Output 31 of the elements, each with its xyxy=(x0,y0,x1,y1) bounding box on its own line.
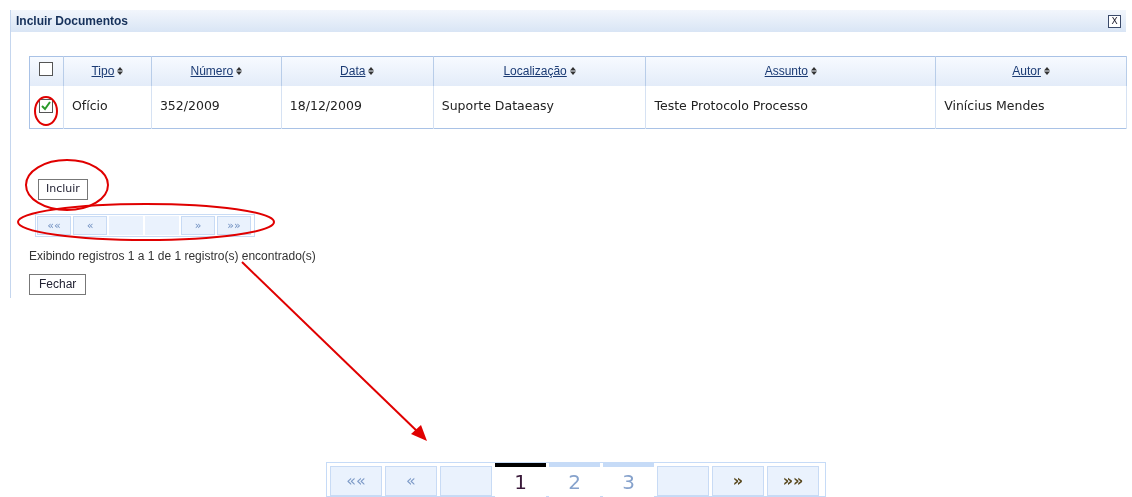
sort-icon xyxy=(236,67,243,76)
sort-icon xyxy=(368,67,375,76)
table-cell: Suporte Dataeasy xyxy=(433,85,646,129)
status-text: Exibindo registros 1 a 1 de 1 registro(s) encontrado(s) xyxy=(29,247,317,265)
page-tab[interactable]: 1 xyxy=(495,463,546,497)
table-cell: Ofício xyxy=(63,85,152,129)
column-header-link[interactable]: Tipo xyxy=(91,62,115,81)
include-button[interactable]: Incluir xyxy=(38,178,88,200)
table-cell: 352/2009 xyxy=(151,85,282,129)
annotation-ellipse xyxy=(34,96,58,126)
pager-cell xyxy=(145,215,179,235)
table-cell: Vinícius Mendes xyxy=(935,85,1127,129)
dialog-title: Incluir Documentos xyxy=(16,13,128,30)
column-header-link[interactable]: Data xyxy=(340,62,366,81)
table-cell: 18/12/2009 xyxy=(281,85,434,129)
column-header-link[interactable]: Localização xyxy=(503,62,567,81)
sort-icon xyxy=(117,67,124,76)
close-button[interactable]: X xyxy=(1108,14,1121,28)
table-cell: Teste Protocolo Processo xyxy=(646,85,936,129)
sort-icon xyxy=(811,67,817,76)
sort-icon xyxy=(1043,67,1050,76)
pager-cell xyxy=(109,215,143,235)
pager-button[interactable]: »» xyxy=(767,466,819,496)
checkbox[interactable] xyxy=(39,61,54,76)
close-dialog-button[interactable]: Fechar xyxy=(29,273,87,295)
checkbox[interactable] xyxy=(39,98,54,113)
pager-button[interactable]: » xyxy=(712,466,764,496)
sort-icon xyxy=(569,67,576,76)
column-header-link[interactable]: Autor xyxy=(1012,62,1041,81)
column-header-link[interactable]: Assunto xyxy=(764,62,808,81)
column-header-link[interactable]: Número xyxy=(190,62,234,81)
